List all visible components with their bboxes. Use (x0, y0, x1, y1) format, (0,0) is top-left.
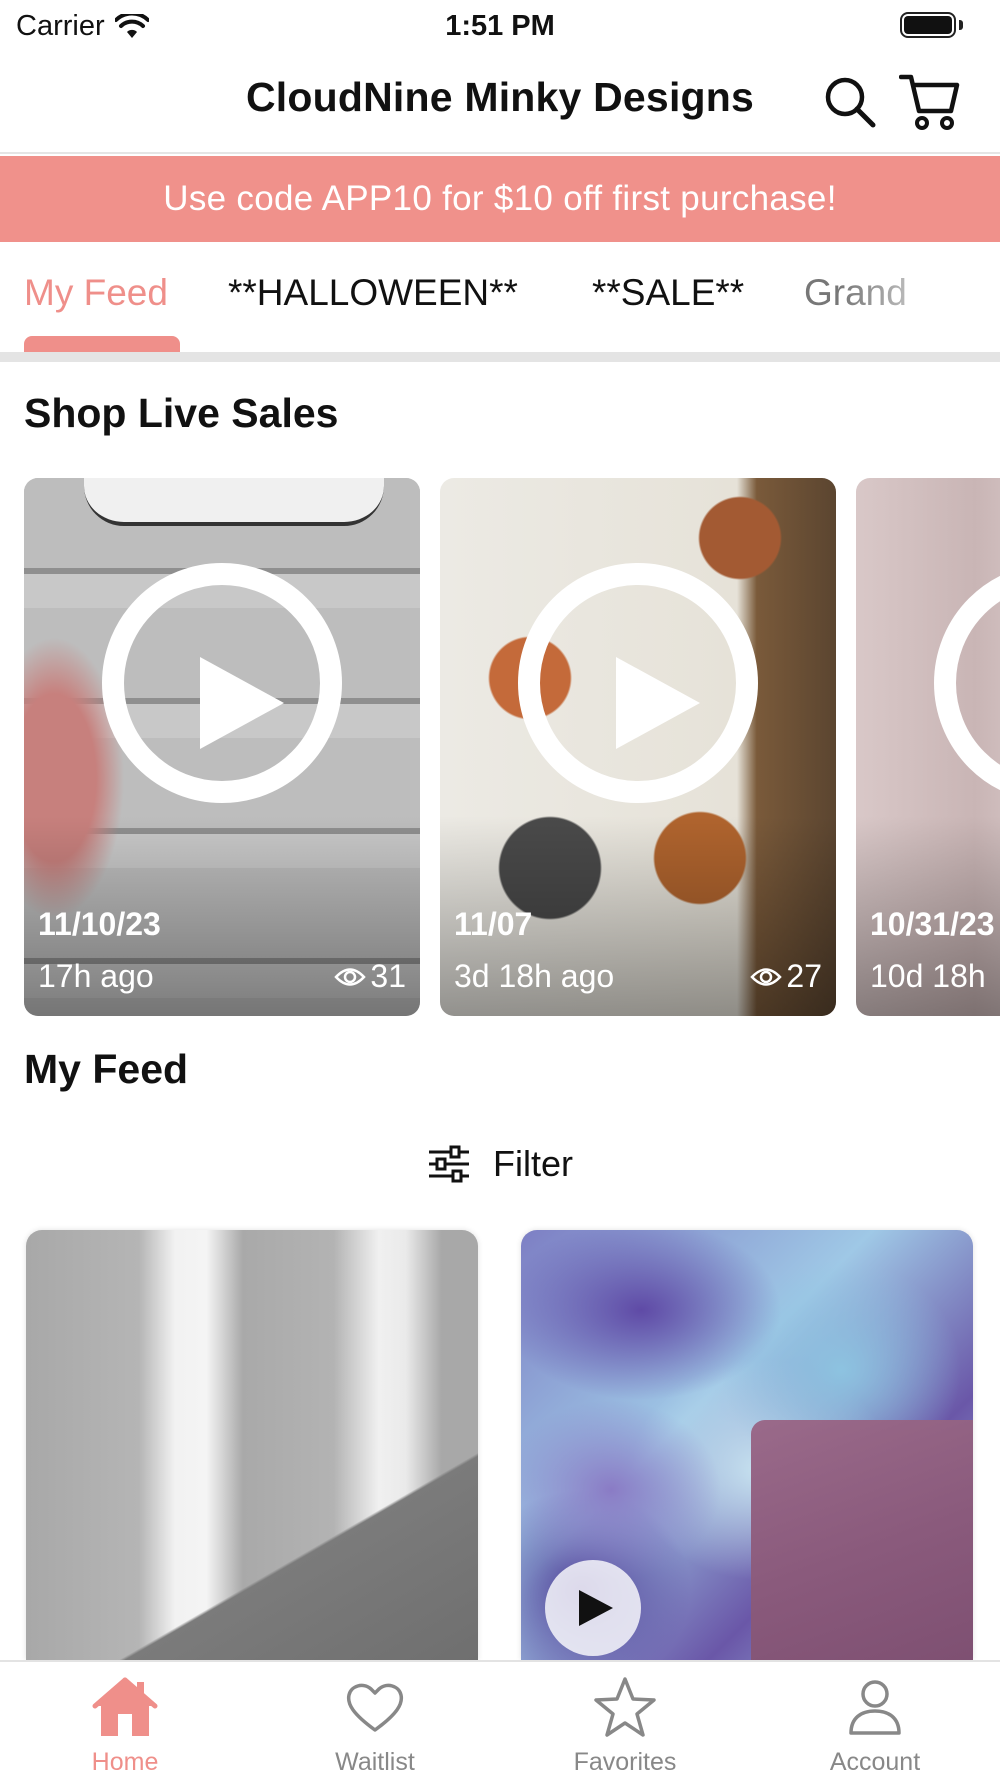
home-icon (92, 1677, 158, 1736)
video-play-button[interactable] (545, 1560, 641, 1656)
search-icon (825, 77, 876, 128)
nav-favorites-label: Favorites (573, 1748, 677, 1776)
eye-icon (750, 967, 783, 986)
sign-decoration (84, 478, 384, 526)
play-icon (579, 1590, 613, 1626)
feed-product-card[interactable] (521, 1230, 973, 1660)
nav-home-label: Home (91, 1748, 159, 1776)
live-sales-carousel[interactable]: 11/10/23 17h ago 31 11/07 3d 18h ago 27 (0, 478, 1000, 1018)
feed-product-card[interactable] (26, 1230, 478, 1660)
eye-icon (334, 967, 367, 986)
category-tabs: My Feed **HALLOWEEN** **SALE** Grand (0, 242, 1000, 352)
battery-nub (959, 20, 963, 30)
live-sale-date: 11/10/23 (38, 906, 161, 942)
battery-icon (900, 12, 956, 38)
view-count: 31 (334, 958, 406, 995)
tabs-divider (0, 352, 1000, 362)
view-count-value: 31 (370, 958, 406, 994)
live-sale-date: 11/07 (454, 906, 533, 942)
nav-home[interactable]: Home (0, 1662, 250, 1778)
filter-icon (429, 1145, 469, 1183)
tabs-fade-overlay (840, 242, 1000, 352)
live-sale-time-ago: 3d 18h ago (454, 958, 615, 994)
view-count-value: 27 (786, 958, 822, 994)
play-icon[interactable] (518, 563, 758, 803)
status-bar: Carrier 1:51 PM (0, 0, 1000, 54)
filter-button[interactable]: Filter (0, 1136, 1000, 1192)
nav-waitlist-label: Waitlist (335, 1748, 415, 1776)
tab-sale[interactable]: **SALE** (592, 272, 744, 314)
fabric-swatch (751, 1420, 973, 1660)
star-icon (594, 1677, 656, 1737)
status-time: 1:51 PM (445, 10, 555, 42)
app-header: CloudNine Minky Designs (0, 54, 1000, 154)
nav-favorites[interactable]: Favorites (500, 1662, 750, 1778)
tab-halloween[interactable]: **HALLOWEEN** (228, 272, 518, 314)
search-button[interactable] (818, 70, 882, 134)
feed-title: My Feed (24, 1046, 189, 1092)
tab-my-feed[interactable]: My Feed (24, 272, 168, 314)
promo-text: Use code APP10 for $10 off first purchas… (163, 179, 837, 218)
filter-label: Filter (493, 1143, 573, 1184)
heart-icon (346, 1683, 404, 1732)
cart-button[interactable] (898, 70, 962, 134)
live-sale-card[interactable]: 10/31/23 10d 18h (856, 478, 1000, 1016)
live-sale-date: 10/31/23 (870, 906, 995, 942)
live-sale-time-ago: 17h ago (38, 958, 154, 994)
cart-icon (899, 74, 960, 130)
person-icon (849, 1680, 901, 1735)
live-sale-card[interactable]: 11/07 3d 18h ago 27 (440, 478, 836, 1016)
live-sales-title: Shop Live Sales (24, 390, 339, 436)
view-count: 27 (750, 958, 822, 995)
promo-banner[interactable]: Use code APP10 for $10 off first purchas… (0, 156, 1000, 242)
live-sale-time-ago: 10d 18h (870, 958, 986, 994)
play-icon[interactable] (102, 563, 342, 803)
nav-account[interactable]: Account (750, 1662, 1000, 1778)
bottom-nav: Home Waitlist Favorites Account (0, 1660, 1000, 1778)
live-sale-card[interactable]: 11/10/23 17h ago 31 (24, 478, 420, 1016)
nav-waitlist[interactable]: Waitlist (250, 1662, 500, 1778)
active-tab-indicator (24, 336, 180, 352)
nav-account-label: Account (829, 1748, 921, 1776)
